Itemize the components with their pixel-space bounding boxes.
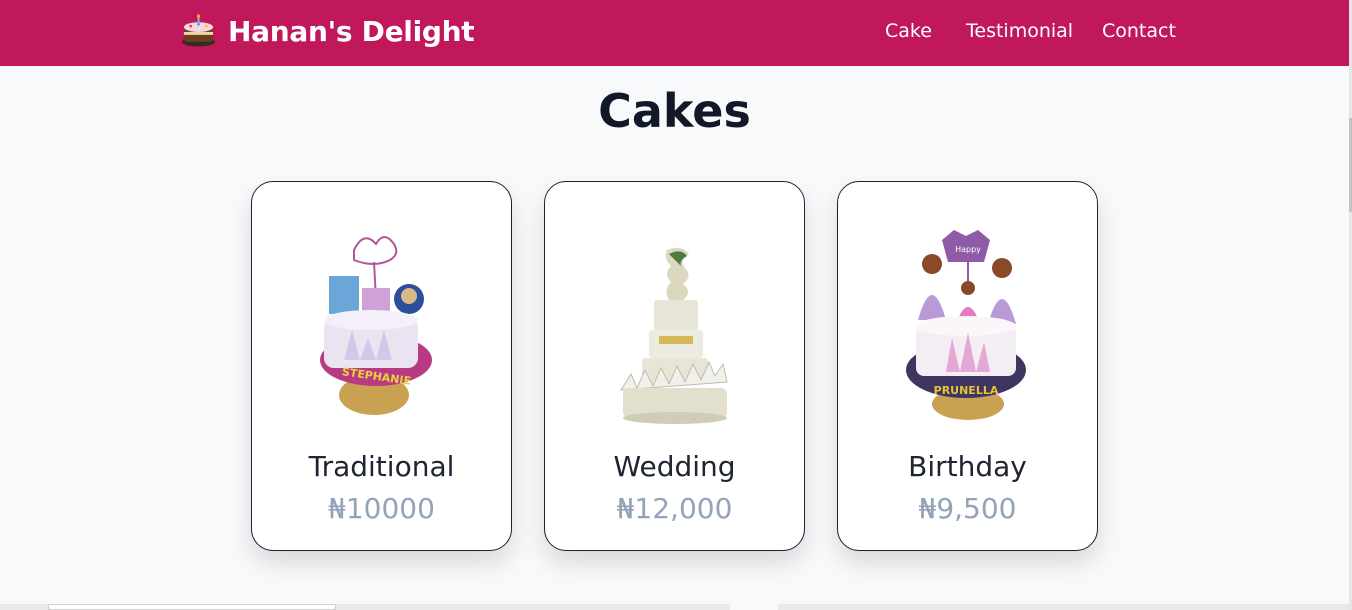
- brand[interactable]: Hanan's Delight: [181, 14, 475, 48]
- top-navbar: Hanan's Delight Cake Testimonial Contact: [0, 0, 1349, 66]
- wedding-cake-image: [620, 247, 728, 424]
- card-name: Birthday: [908, 450, 1027, 483]
- cake-card-wedding[interactable]: Wedding ₦12,000: [544, 181, 805, 551]
- cake-card-traditional[interactable]: STEPHANIE Traditional ₦10000: [251, 181, 512, 551]
- card-price: ₦10000: [328, 492, 435, 525]
- card-name: Traditional: [308, 450, 455, 483]
- cake-icon: [181, 14, 216, 47]
- next-section-gap: [730, 604, 778, 610]
- nav-link-contact[interactable]: Contact: [1102, 20, 1176, 42]
- birthday-cake-princess-image: Happy PRUNELLA: [906, 230, 1026, 420]
- svg-text:PRUNELLA: PRUNELLA: [934, 384, 999, 397]
- cake-card-birthday[interactable]: Happy PRUNELLA Birthday ₦9,500: [837, 181, 1098, 551]
- birthday-cake-frozen-image: STEPHANIE: [320, 236, 432, 415]
- next-section-card-edge: [48, 604, 336, 610]
- card-price: ₦9,500: [918, 492, 1017, 525]
- nav-link-cake[interactable]: Cake: [885, 20, 932, 42]
- card-name: Wedding: [613, 450, 736, 483]
- card-price: ₦12,000: [616, 492, 733, 525]
- section-title: Cakes: [598, 84, 751, 138]
- brand-name: Hanan's Delight: [228, 14, 475, 48]
- svg-text:Happy: Happy: [955, 245, 981, 254]
- nav-link-testimonial[interactable]: Testimonial: [966, 20, 1073, 42]
